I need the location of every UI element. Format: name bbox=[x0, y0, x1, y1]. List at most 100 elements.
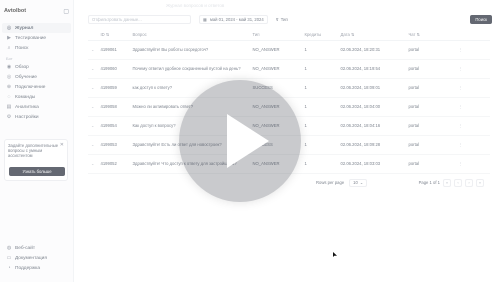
row-menu-icon[interactable]: ⋮ bbox=[455, 135, 490, 155]
cell-id: 4199054 bbox=[97, 116, 130, 136]
chevron-down-icon: ⌄ bbox=[359, 180, 364, 185]
row-menu-icon[interactable]: ⋮ bbox=[455, 59, 490, 79]
cell-date: 02.06.2024, 18:09:01 bbox=[337, 78, 406, 98]
globe-icon: ◍ bbox=[6, 245, 12, 251]
row-menu-icon[interactable]: ⋮ bbox=[455, 78, 490, 98]
sidebar-item-connect[interactable]: ⊕ Подключение bbox=[2, 82, 71, 92]
brand: Avtolbot ▢ bbox=[0, 3, 73, 19]
sidebar-item-commands[interactable]: ◌ Команды bbox=[2, 92, 71, 102]
cell-credits: 1 bbox=[301, 116, 338, 136]
sidebar-item-journal[interactable]: ◎ Журнал bbox=[2, 23, 71, 33]
col-chat[interactable]: Чат ⇅ bbox=[405, 30, 456, 41]
analytics-icon: ▤ bbox=[6, 104, 12, 110]
prev-page-button[interactable]: ‹ bbox=[454, 178, 462, 187]
cell-chat: portal bbox=[405, 116, 456, 136]
cell-chat: portal bbox=[405, 59, 456, 79]
cell-id: 4199059 bbox=[97, 78, 130, 98]
next-page-button[interactable]: › bbox=[465, 178, 473, 187]
col-date[interactable]: Дата ⇅ bbox=[337, 30, 406, 41]
cell-question: Почему ответил удобное сохраненный пусто… bbox=[129, 59, 250, 79]
cell-chat: portal bbox=[405, 40, 456, 60]
col-id[interactable]: ID ⇅ bbox=[97, 30, 130, 41]
sidebar-item-overview[interactable]: ◉ Обзор bbox=[2, 62, 71, 72]
sidebar-item-testing[interactable]: ▶ Тестирование bbox=[2, 33, 71, 43]
cell-date: 02.06.2024, 18:20:31 bbox=[337, 40, 406, 60]
search-input[interactable]: Отфильтровать данные... bbox=[88, 14, 191, 24]
cell-date: 02.06.2024, 18:03:03 bbox=[337, 154, 406, 174]
sidebar: Avtolbot ▢ ◎ Журнал ▶ Тестирование ⌕ Поиск … bbox=[0, 0, 74, 282]
col-question: Вопрос bbox=[129, 30, 250, 41]
sidebar-item-analytics[interactable]: ▤ Аналитика bbox=[2, 102, 71, 112]
col-type: Тип bbox=[249, 30, 302, 41]
table-row[interactable]: ⌄ 4199061 Здравствуйте! Вы роботы сосредот… bbox=[88, 40, 490, 60]
cell-question: Здравствуйте! Вы роботы сосредоточ? bbox=[129, 40, 250, 60]
cell-date: 02.06.2024, 18:09:28 bbox=[337, 135, 406, 155]
expand-chevron-icon[interactable]: ⌄ bbox=[88, 135, 98, 155]
page-indicator: Page 1 of 1 bbox=[418, 180, 440, 185]
promo-text: Задайте дополнительные вопросы с умным а… bbox=[8, 143, 59, 159]
table-row[interactable]: ⌄ 4199060 Почему ответил удобное сохраненн… bbox=[88, 59, 490, 79]
cell-id: 4199058 bbox=[97, 97, 130, 117]
cell-id: 4199052 bbox=[97, 154, 130, 174]
search-button[interactable]: Поиск bbox=[470, 14, 492, 24]
expand-chevron-icon[interactable]: ⌄ bbox=[88, 116, 98, 136]
sidebar-item-learning[interactable]: ◎ Обучение bbox=[2, 72, 71, 82]
sidebar-item-docs[interactable]: ▭ Документация bbox=[2, 253, 72, 263]
cell-chat: portal bbox=[405, 135, 456, 155]
learning-icon: ◎ bbox=[6, 74, 12, 80]
close-icon[interactable]: ✕ bbox=[60, 142, 64, 148]
cell-date: 02.06.2024, 18:04:16 bbox=[337, 116, 406, 136]
promo-button[interactable]: Узнать больше bbox=[9, 167, 65, 176]
expand-chevron-icon[interactable]: ⌄ bbox=[88, 59, 98, 79]
actions-col bbox=[455, 30, 490, 41]
date-range-picker[interactable]: ▦ май 01, 2024 - май 31, 2024 bbox=[199, 14, 268, 24]
cell-credits: 1 bbox=[301, 59, 338, 79]
cell-type: NO_ANSWER bbox=[249, 40, 302, 60]
settings-icon: ⚙ bbox=[6, 114, 12, 120]
type-filter[interactable]: ⊽ Тип bbox=[276, 15, 288, 24]
commands-icon: ◌ bbox=[7, 94, 11, 100]
sidebar-item-settings[interactable]: ⚙ Настройки bbox=[2, 112, 71, 122]
cell-id: 4199060 bbox=[97, 59, 130, 79]
row-menu-icon[interactable]: ⋮ bbox=[455, 116, 490, 136]
overview-icon: ◉ bbox=[6, 64, 12, 70]
cell-date: 02.06.2024, 18:04:00 bbox=[337, 97, 406, 117]
rows-per-page-label: Rows per page bbox=[316, 180, 345, 185]
play-button[interactable] bbox=[179, 80, 301, 202]
calendar-icon: ▦ bbox=[203, 16, 207, 22]
page-title: Журнал вопросов и ответов bbox=[166, 3, 225, 8]
expand-chevron-icon[interactable]: ⌄ bbox=[88, 154, 98, 174]
sidebar-item-search[interactable]: ⌕ Поиск bbox=[2, 43, 71, 53]
first-page-button[interactable]: « bbox=[443, 178, 451, 187]
last-page-button[interactable]: » bbox=[476, 178, 484, 187]
sidebar-item-website[interactable]: ◍ Веб-сайт bbox=[2, 243, 72, 253]
doc-icon: ▭ bbox=[6, 255, 12, 261]
play-icon bbox=[227, 114, 269, 168]
col-credits: Кредиты bbox=[301, 30, 338, 41]
cell-chat: portal bbox=[405, 154, 456, 174]
sidebar-section-label: Бот bbox=[6, 56, 13, 61]
rows-per-page-select[interactable]: 10 ⌄ bbox=[349, 178, 368, 187]
search-icon: ⌕ bbox=[7, 45, 11, 51]
row-menu-icon[interactable]: ⋮ bbox=[455, 97, 490, 117]
cell-date: 02.06.2024, 18:19:54 bbox=[337, 59, 406, 79]
row-menu-icon[interactable]: ⋮ bbox=[455, 154, 490, 174]
connect-icon: ⊕ bbox=[6, 84, 12, 90]
expand-col bbox=[88, 30, 98, 41]
expand-chevron-icon[interactable]: ⌄ bbox=[88, 97, 98, 117]
pagination: Rows per page 10 ⌄ Page 1 of 1 « ‹ › » bbox=[316, 178, 484, 187]
mouse-cursor-icon bbox=[333, 252, 337, 257]
expand-chevron-icon[interactable]: ⌄ bbox=[88, 40, 98, 60]
journal-icon: ◎ bbox=[6, 25, 12, 31]
expand-chevron-icon[interactable]: ⌄ bbox=[88, 78, 98, 98]
row-menu-icon[interactable]: ⋮ bbox=[455, 40, 490, 60]
cell-credits: 1 bbox=[301, 97, 338, 117]
toolbar: Отфильтровать данные... ▦ май 01, 2024 - … bbox=[88, 14, 492, 24]
sidebar-item-support[interactable]: ◔ Поддержка bbox=[2, 263, 72, 273]
cell-chat: portal bbox=[405, 97, 456, 117]
app-window: Avtolbot ▢ ◎ Журнал ▶ Тестирование ⌕ Поиск … bbox=[0, 0, 500, 282]
sidebar-collapse-icon[interactable]: ▢ bbox=[63, 8, 69, 15]
cell-type: NO_ANSWER bbox=[249, 59, 302, 79]
cell-credits: 1 bbox=[301, 78, 338, 98]
brand-name: Avtolbot bbox=[4, 8, 27, 14]
